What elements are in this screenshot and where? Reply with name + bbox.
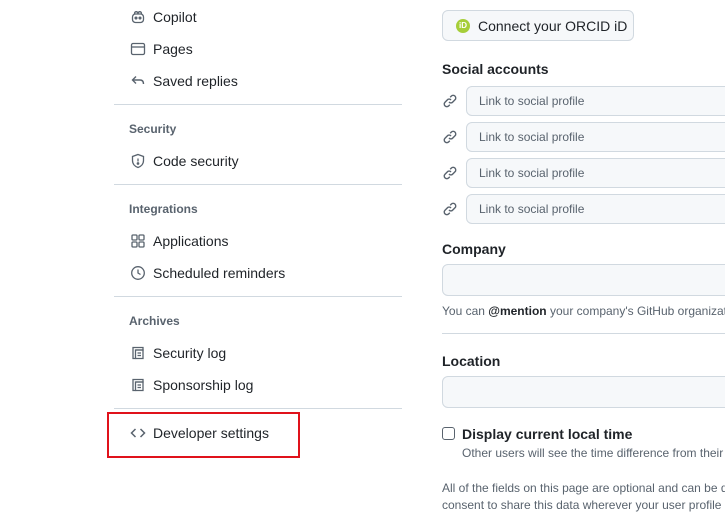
- clock-icon: [130, 265, 146, 281]
- sidebar-item-scheduled-reminders[interactable]: Scheduled reminders: [118, 259, 398, 287]
- local-time-checkbox[interactable]: [442, 427, 455, 440]
- sidebar-item-label: Pages: [153, 41, 193, 57]
- company-input[interactable]: [442, 264, 725, 296]
- main-divider: [442, 333, 725, 334]
- social-link-input[interactable]: [466, 194, 725, 224]
- browser-icon: [130, 41, 146, 57]
- section-title-security: Security: [129, 122, 177, 136]
- social-link-input[interactable]: [466, 86, 725, 116]
- link-icon: [443, 94, 457, 108]
- link-icon: [443, 130, 457, 144]
- footer-text-line1: All of the fields on this page are optio…: [442, 481, 725, 495]
- local-time-description: Other users will see the time difference…: [462, 446, 724, 460]
- sidebar-item-copilot[interactable]: Copilot: [118, 3, 398, 31]
- sidebar-item-label: Security log: [153, 345, 227, 361]
- sidebar-divider: [114, 184, 402, 185]
- link-icon: [443, 166, 457, 180]
- link-icon: [443, 202, 457, 216]
- sidebar-item-sponsorship-log[interactable]: Sponsorship log: [118, 371, 398, 399]
- apps-icon: [130, 233, 146, 249]
- copilot-icon: [130, 9, 146, 25]
- sidebar-item-saved-replies[interactable]: Saved replies: [118, 67, 398, 95]
- location-input[interactable]: [442, 376, 725, 408]
- sidebar-item-applications[interactable]: Applications: [118, 227, 398, 255]
- sidebar-item-pages[interactable]: Pages: [118, 35, 398, 63]
- social-link-input[interactable]: [466, 158, 725, 188]
- social-accounts-heading: Social accounts: [442, 61, 549, 77]
- local-time-label: Display current local time: [462, 426, 633, 442]
- log-icon: [130, 377, 146, 393]
- section-title-integrations: Integrations: [129, 202, 198, 216]
- company-note: You can @mention your company's GitHub o…: [442, 304, 725, 318]
- company-heading: Company: [442, 241, 506, 257]
- log-icon: [130, 345, 146, 361]
- highlight-box: [107, 412, 300, 458]
- social-link-input[interactable]: [466, 122, 725, 152]
- sidebar-item-label: Copilot: [153, 9, 197, 25]
- mention-text: @mention: [488, 304, 547, 318]
- social-link-row: [442, 122, 725, 152]
- sidebar-item-code-security[interactable]: Code security: [118, 147, 398, 175]
- sidebar-item-label: Sponsorship log: [153, 377, 254, 393]
- sidebar-item-label: Applications: [153, 233, 229, 249]
- social-link-row: [442, 158, 725, 188]
- reply-icon: [130, 73, 146, 89]
- sidebar-item-label: Saved replies: [153, 73, 238, 89]
- social-link-row: [442, 194, 725, 224]
- sidebar-divider: [114, 408, 402, 409]
- sidebar-item-security-log[interactable]: Security log: [118, 339, 398, 367]
- sidebar-item-label: Scheduled reminders: [153, 265, 286, 281]
- shield-icon: [130, 153, 146, 169]
- sidebar-divider: [114, 104, 402, 105]
- sidebar-item-label: Code security: [153, 153, 239, 169]
- connect-orcid-label: Connect your ORCID iD: [478, 17, 628, 34]
- connect-orcid-button[interactable]: iD Connect your ORCID iD: [442, 10, 634, 41]
- section-title-archives: Archives: [129, 314, 180, 328]
- social-link-row: [442, 86, 725, 116]
- sidebar-divider: [114, 296, 402, 297]
- orcid-icon: iD: [456, 18, 470, 33]
- location-heading: Location: [442, 353, 501, 369]
